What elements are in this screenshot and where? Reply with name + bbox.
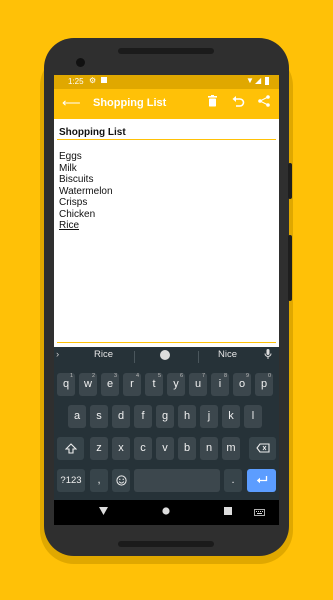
list-item-current: Rice bbox=[59, 220, 80, 231]
keyboard-hide-icon[interactable] bbox=[254, 508, 265, 519]
key-b[interactable]: b bbox=[178, 437, 196, 460]
title-divider bbox=[57, 139, 276, 140]
list-item: Watermelon bbox=[59, 185, 113, 197]
app-bar: ⟵ Shopping List bbox=[54, 89, 279, 119]
share-icon[interactable] bbox=[258, 95, 270, 110]
suggestion-2[interactable]: Nice bbox=[218, 349, 237, 360]
notification-icon bbox=[101, 77, 107, 83]
note-body-field[interactable]: Eggs Milk Biscuits Watermelon Crisps Chi… bbox=[59, 151, 113, 232]
suggestion-1[interactable]: Rice bbox=[94, 349, 113, 360]
settings-icon: ⚙ bbox=[89, 76, 97, 85]
key-x[interactable]: x bbox=[112, 437, 130, 460]
arrow-back-icon[interactable]: ⟵ bbox=[62, 95, 81, 111]
list-item: Eggs bbox=[59, 151, 82, 162]
nav-recents-icon[interactable] bbox=[224, 507, 232, 518]
list-item: Chicken bbox=[59, 208, 96, 220]
suggestion-divider bbox=[198, 351, 199, 363]
key-f[interactable]: f bbox=[134, 405, 152, 428]
key-y[interactable]: 6y bbox=[167, 373, 185, 396]
undo-icon[interactable] bbox=[232, 95, 245, 110]
emoji-suggestion-icon[interactable] bbox=[160, 350, 170, 360]
enter-key[interactable] bbox=[247, 469, 276, 492]
shift-key[interactable] bbox=[57, 437, 84, 460]
app-bar-title: Shopping List bbox=[93, 97, 167, 109]
period-key[interactable]: . bbox=[224, 469, 242, 492]
top-speaker bbox=[118, 48, 214, 54]
delete-icon[interactable] bbox=[207, 95, 218, 110]
key-n[interactable]: n bbox=[200, 437, 218, 460]
key-t[interactable]: 5t bbox=[145, 373, 163, 396]
key-d[interactable]: d bbox=[112, 405, 130, 428]
list-item: Crisps bbox=[59, 197, 88, 208]
key-e[interactable]: 3e bbox=[101, 373, 119, 396]
key-p[interactable]: 0p bbox=[255, 373, 273, 396]
key-q[interactable]: 1q bbox=[57, 373, 75, 396]
power-button bbox=[288, 163, 292, 199]
list-item: Milk bbox=[59, 162, 77, 174]
body-divider bbox=[57, 342, 276, 343]
nav-back-icon[interactable] bbox=[99, 507, 108, 518]
key-g[interactable]: g bbox=[156, 405, 174, 428]
key-h[interactable]: h bbox=[178, 405, 196, 428]
space-key[interactable] bbox=[134, 469, 220, 492]
key-w[interactable]: 2w bbox=[79, 373, 97, 396]
key-o[interactable]: 9o bbox=[233, 373, 251, 396]
suggestion-divider bbox=[134, 351, 135, 363]
key-j[interactable]: j bbox=[200, 405, 218, 428]
key-v[interactable]: v bbox=[156, 437, 174, 460]
status-bar: 1:25 ⚙ ▼ ◢ bbox=[54, 75, 279, 89]
key-z[interactable]: z bbox=[90, 437, 108, 460]
key-m[interactable]: m bbox=[222, 437, 240, 460]
wifi-icon: ▼ bbox=[246, 76, 254, 85]
key-r[interactable]: 4r bbox=[123, 373, 141, 396]
emoji-key[interactable] bbox=[112, 469, 130, 492]
key-u[interactable]: 7u bbox=[189, 373, 207, 396]
key-s[interactable]: s bbox=[90, 405, 108, 428]
bottom-speaker bbox=[118, 541, 214, 547]
keyboard: › Rice Nice 1q 2w 3e 4r 5t 6y 7u 8i 9o 0… bbox=[54, 347, 279, 500]
expand-chevron-icon[interactable]: › bbox=[56, 349, 59, 360]
screen: 1:25 ⚙ ▼ ◢ ⟵ Shopping List Shopping List… bbox=[54, 75, 279, 525]
nav-home-icon[interactable] bbox=[162, 507, 170, 518]
navigation-bar bbox=[54, 500, 279, 525]
key-l[interactable]: l bbox=[244, 405, 262, 428]
front-camera bbox=[76, 58, 85, 67]
comma-key[interactable]: , bbox=[90, 469, 108, 492]
note-title-field[interactable]: Shopping List bbox=[59, 127, 126, 138]
backspace-key[interactable] bbox=[249, 437, 276, 460]
battery-icon bbox=[265, 77, 269, 85]
microphone-icon[interactable] bbox=[264, 349, 272, 363]
status-time: 1:25 bbox=[68, 77, 84, 86]
key-k[interactable]: k bbox=[222, 405, 240, 428]
list-item: Biscuits bbox=[59, 174, 94, 185]
key-i[interactable]: 8i bbox=[211, 373, 229, 396]
key-c[interactable]: c bbox=[134, 437, 152, 460]
volume-button bbox=[288, 235, 292, 301]
signal-icon: ◢ bbox=[255, 76, 262, 85]
symbols-key[interactable]: ?123 bbox=[57, 469, 85, 492]
key-a[interactable]: a bbox=[68, 405, 86, 428]
